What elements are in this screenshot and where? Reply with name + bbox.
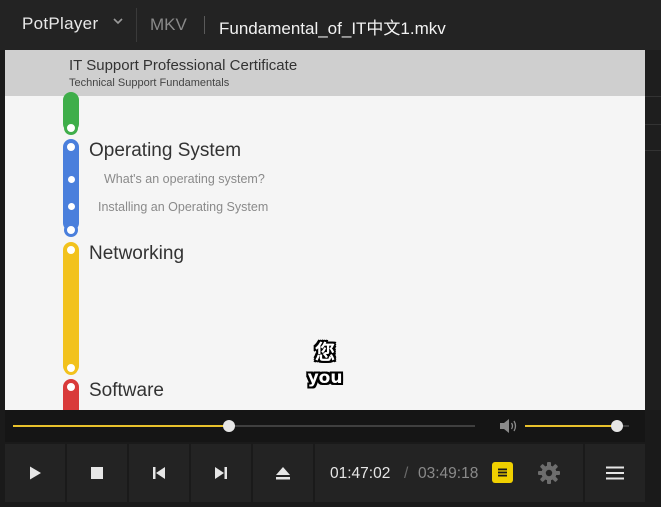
eject-icon [276,467,290,480]
next-button[interactable] [191,444,251,502]
seek-bar[interactable] [13,420,475,432]
stop-button[interactable] [67,444,127,502]
slide-header: IT Support Professional Certificate Tech… [5,50,645,96]
subsection-label: Installing an Operating System [98,200,269,214]
eject-button[interactable] [253,444,313,502]
previous-button[interactable] [129,444,189,502]
next-icon [215,467,227,479]
volume-slider[interactable] [525,420,629,432]
track-node [64,121,78,135]
volume-icon[interactable] [498,417,518,435]
seek-bar-fill [13,425,229,427]
track-node [64,243,78,257]
side-divider [645,96,661,97]
track-dot [67,176,75,183]
previous-icon [153,467,165,479]
play-icon [30,466,41,480]
file-format: MKV [150,15,187,34]
menu-icon [606,466,624,480]
title-divider [136,8,137,42]
slide-subtitle: Technical Support Fundamentals [69,77,230,89]
time-separator: / [404,465,409,482]
gear-icon[interactable] [537,461,561,485]
menu-button[interactable] [585,444,645,502]
side-divider [645,150,661,151]
video-area[interactable]: IT Support Professional Certificate Tech… [5,50,645,410]
side-divider [645,124,661,125]
current-time[interactable]: 01:47:02 [330,465,390,483]
title-bar: PotPlayer MKV Fundamental_of_IT中文1.mkv [0,0,661,50]
subtitle-chinese: 您 [315,340,335,364]
seek-bar-area [5,410,645,442]
track-node [64,223,78,237]
subtitle-button[interactable] [492,462,513,483]
subtitle-english: you [307,368,343,388]
title-divider [204,16,205,34]
track-node [64,140,78,154]
control-bar: 01:47:02 / 03:49:18 [0,442,661,507]
volume-slider-handle[interactable] [610,420,623,432]
slide-title: IT Support Professional Certificate [69,57,298,74]
volume-slider-fill [525,425,617,427]
seek-bar-handle[interactable] [222,420,235,432]
file-name: Fundamental_of_IT中文1.mkv [219,19,446,38]
stop-icon [91,467,103,479]
section-networking: Networking [89,243,185,264]
track-dot [67,203,75,210]
subsection-label: What's an operating system? [104,172,265,186]
chevron-down-icon[interactable] [112,15,124,27]
app-name-menu[interactable]: PotPlayer [22,14,98,34]
section-operating-system: Operating System [89,140,242,161]
side-panel-edge [645,50,661,410]
play-button[interactable] [5,444,65,502]
subtitle-icon [498,468,507,477]
time-panel: 01:47:02 / 03:49:18 [315,444,583,502]
total-time[interactable]: 03:49:18 [418,465,478,483]
